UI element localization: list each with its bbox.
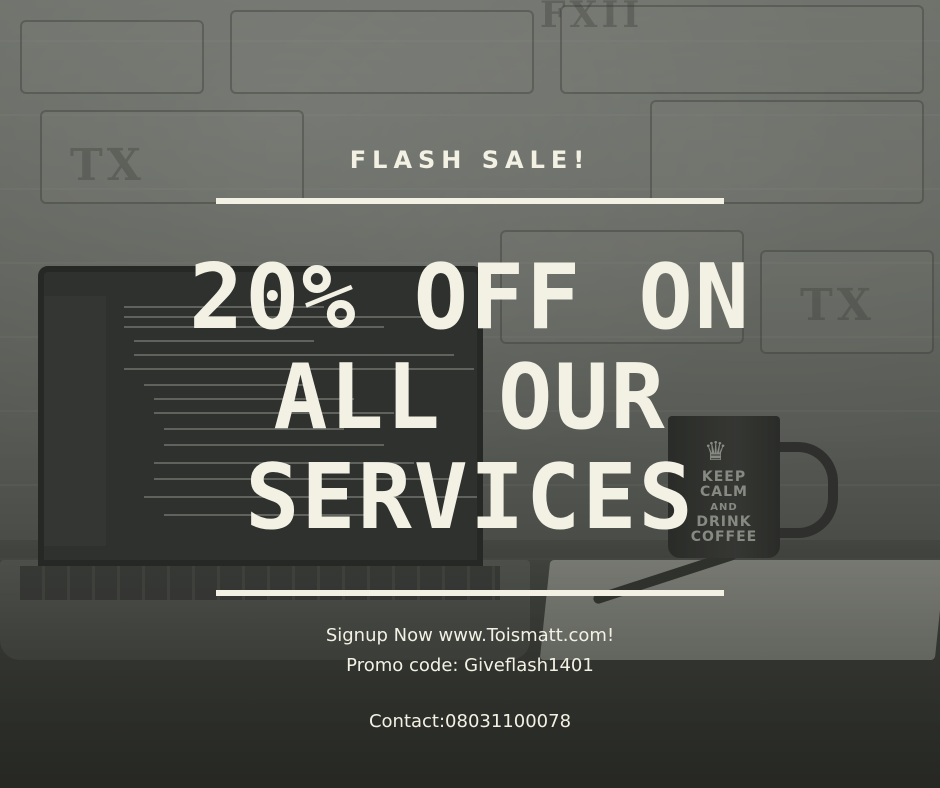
headline-line: SERVICES — [245, 445, 695, 550]
divider-top — [216, 198, 724, 204]
headline: 20% OFF ON ALL OUR SERVICES — [0, 248, 940, 548]
headline-line: ALL OUR — [273, 345, 667, 450]
promo-code-text: Promo code: Giveflash1401 — [346, 655, 594, 676]
flash-sale-title: FLASH SALE! — [349, 146, 591, 174]
contact-text: Contact:08031100078 — [368, 711, 572, 732]
flash-sale-poster: FXII TX TX ♛ KEEP CALM AND DRINK COFFEE … — [0, 0, 940, 788]
divider-bottom — [216, 590, 724, 596]
signup-text: Signup Now www.Toismatt.com! — [325, 625, 615, 646]
headline-line: 20% OFF ON — [189, 245, 751, 350]
